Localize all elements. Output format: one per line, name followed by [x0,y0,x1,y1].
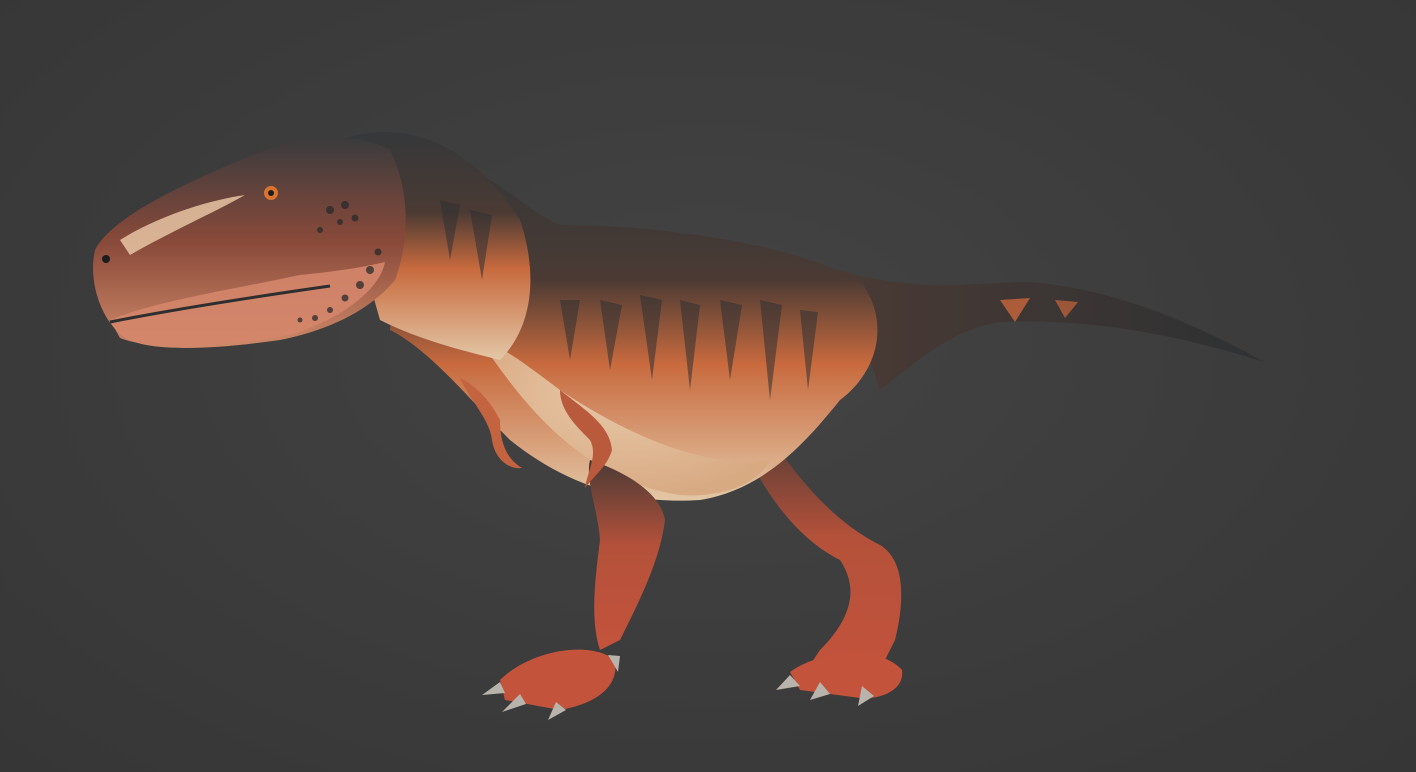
tail [840,270,1264,390]
3d-viewport[interactable] [0,0,1416,772]
nostril [102,255,110,263]
near-leg [482,460,665,720]
tyrannosaurus-model [93,131,1264,720]
head [93,137,406,348]
